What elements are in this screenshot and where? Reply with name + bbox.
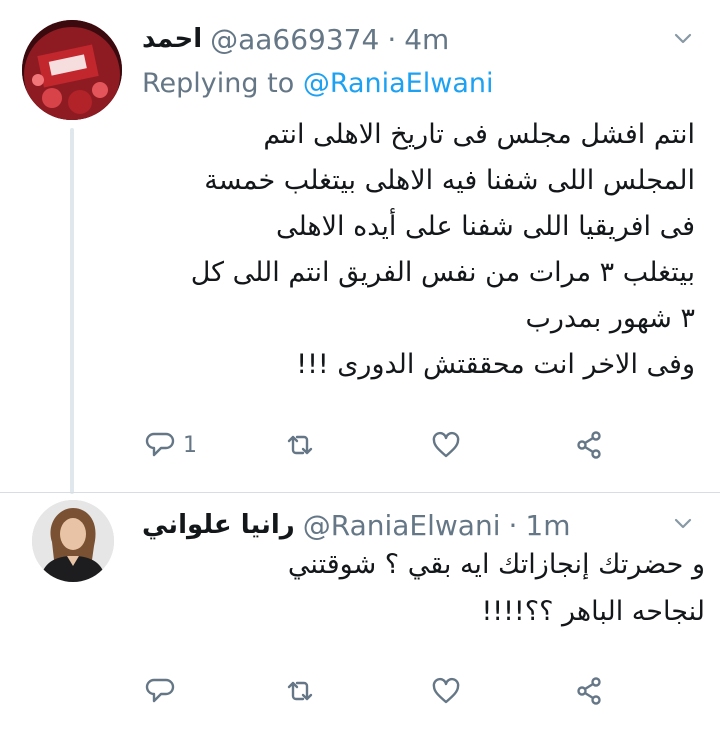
avatar-woman-icon bbox=[32, 500, 114, 582]
like-button[interactable] bbox=[431, 671, 461, 711]
retweet-icon bbox=[287, 681, 313, 701]
retweet-button[interactable] bbox=[285, 671, 315, 711]
tweet-text-line: بيتغلب ٣ مرات من نفس الفريق انتم اللى كل bbox=[190, 257, 695, 288]
tweet-text: و حضرتك إنجازاتك ايه بقي ؟ شوقتني لنجاحه… bbox=[135, 541, 705, 635]
reply-icon bbox=[145, 432, 175, 457]
separator: · bbox=[387, 22, 397, 56]
timestamp[interactable]: 4m bbox=[404, 23, 449, 56]
replying-to: Replying to @RaniaElwani bbox=[142, 68, 494, 99]
handle[interactable]: @aa669374 bbox=[210, 23, 379, 56]
action-bar: 1 bbox=[145, 425, 625, 465]
reply-button[interactable]: 1 bbox=[145, 425, 197, 465]
avatar-red-flag-icon bbox=[22, 20, 122, 120]
tweet-header: رانيا علواني @RaniaElwani · 1m bbox=[142, 506, 570, 544]
tweet-2[interactable]: رانيا علواني @RaniaElwani · 1m و حضرتك إ… bbox=[0, 493, 720, 734]
tweet-text-line: المجلس اللى شفنا فيه الاهلى بيتغلب خمسة bbox=[204, 165, 695, 196]
reply-icon bbox=[145, 678, 175, 703]
display-name[interactable]: احمد bbox=[142, 24, 202, 54]
tweet-text-line: ٣ شهور بمدرب bbox=[525, 303, 696, 334]
display-name[interactable]: رانيا علواني bbox=[142, 510, 295, 540]
tweet-1[interactable]: احمد @aa669374 · 4m Replying to @RaniaEl… bbox=[0, 0, 720, 494]
tweet-text-line: لنجاحه الباهر ؟؟!!!! bbox=[481, 596, 705, 627]
tweet-text-line: وفى الاخر انت محققتش الدورى !!! bbox=[296, 349, 695, 380]
reply-button[interactable] bbox=[145, 671, 175, 711]
thread-line bbox=[70, 128, 74, 494]
avatar[interactable] bbox=[22, 20, 122, 120]
heart-icon bbox=[432, 677, 460, 704]
heart-icon bbox=[432, 431, 460, 458]
tweet-header: احمد @aa669374 · 4m bbox=[142, 20, 449, 58]
replying-prefix: Replying to bbox=[142, 68, 295, 99]
chevron-down-icon[interactable] bbox=[674, 515, 692, 533]
share-icon bbox=[577, 431, 601, 459]
tweet-text-line: و حضرتك إنجازاتك ايه بقي ؟ شوقتني bbox=[287, 549, 705, 580]
tweet-text-line: انتم افشل مجلس فى تاريخ الاهلى انتم bbox=[263, 119, 695, 150]
like-button[interactable] bbox=[431, 425, 461, 465]
share-button[interactable] bbox=[575, 671, 605, 711]
handle[interactable]: @RaniaElwani bbox=[303, 509, 501, 542]
avatar[interactable] bbox=[32, 500, 114, 582]
tweet-text: انتم افشل مجلس فى تاريخ الاهلى انتم المج… bbox=[135, 112, 695, 388]
reply-count: 1 bbox=[183, 432, 197, 458]
tweet-text-line: فى افريقيا اللى شفنا على أيده الاهلى bbox=[275, 211, 695, 242]
share-button[interactable] bbox=[575, 425, 605, 465]
action-bar bbox=[145, 671, 625, 711]
separator: · bbox=[508, 508, 518, 542]
replying-handle-link[interactable]: @RaniaElwani bbox=[303, 68, 494, 99]
retweet-button[interactable] bbox=[285, 425, 315, 465]
chevron-down-icon[interactable] bbox=[674, 30, 692, 48]
share-icon bbox=[577, 677, 601, 705]
retweet-icon bbox=[287, 435, 313, 455]
timestamp[interactable]: 1m bbox=[525, 509, 570, 542]
